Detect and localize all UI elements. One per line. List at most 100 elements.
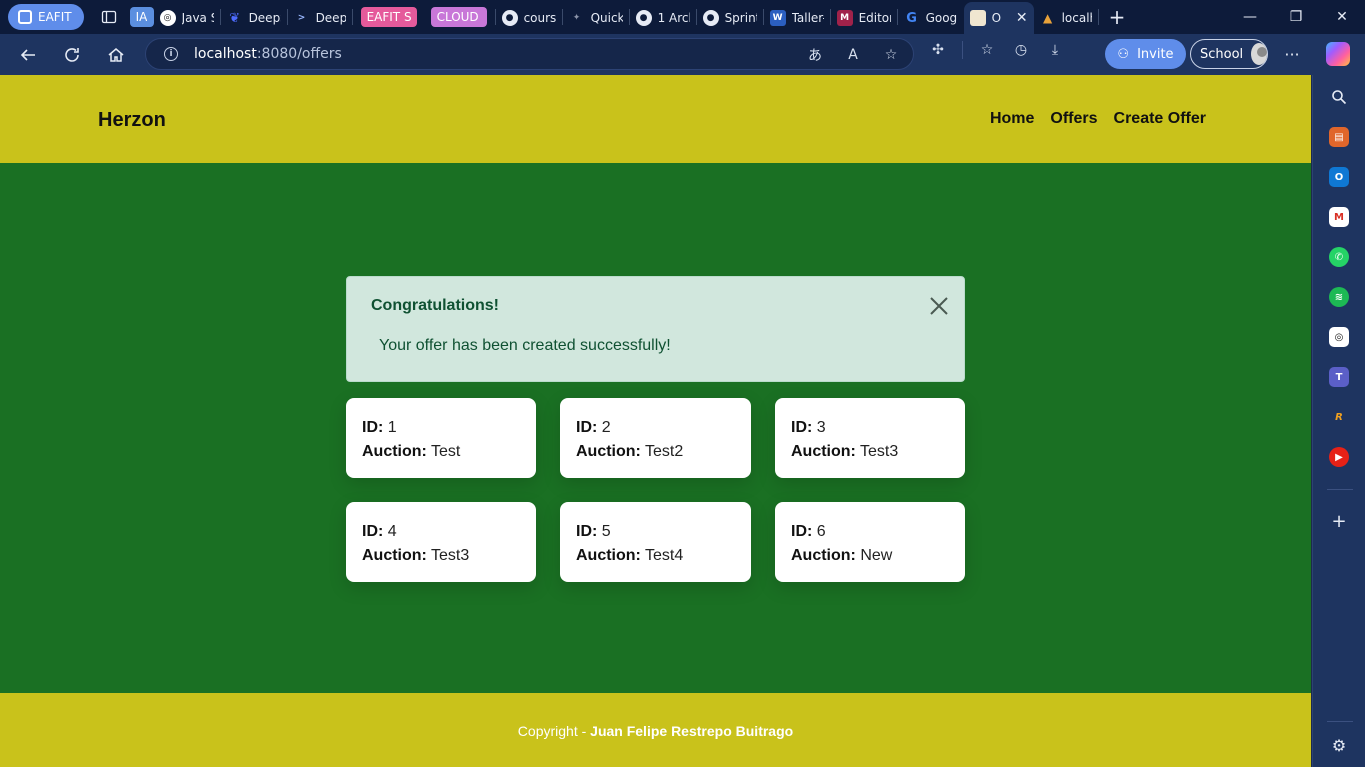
people-icon: ⚇ (1117, 46, 1130, 62)
translate-icon[interactable]: あ (805, 45, 825, 65)
tab-editor[interactable]: M Editor (831, 3, 897, 33)
history-icon[interactable]: ◷ (1011, 40, 1031, 60)
tab-sprint[interactable]: ● Sprint (697, 3, 763, 33)
school-profile-button[interactable]: School (1190, 39, 1268, 69)
teams-icon[interactable]: T (1329, 367, 1349, 387)
nav-create-offer-link[interactable]: Create Offer (1114, 110, 1206, 128)
offer-auction: Auction: New (791, 544, 949, 568)
offer-auction-value: Test4 (645, 547, 684, 564)
tab-java[interactable]: ◎ Java S (154, 3, 220, 33)
offer-id-value: 6 (816, 523, 826, 540)
deepseek-icon: ❦ (229, 10, 241, 26)
offer-id: ID: 3 (791, 416, 949, 440)
back-icon[interactable] (10, 37, 46, 73)
extensions-icon[interactable]: ✣ (928, 40, 948, 60)
reverso-icon[interactable]: R (1329, 407, 1349, 427)
tab-deepl[interactable]: > DeepL (288, 3, 352, 33)
offer-card[interactable]: ID: 2 Auction: Test2 (560, 398, 751, 478)
offer-card[interactable]: ID: 6 Auction: New (775, 502, 965, 582)
minimize-icon[interactable]: — (1227, 0, 1273, 34)
offer-card[interactable]: ID: 1 Auction: Test (346, 398, 536, 478)
address-bar[interactable]: i localhost:8080/offers あ A ☆ (145, 38, 914, 70)
refresh-icon[interactable] (54, 37, 90, 73)
tab-quick[interactable]: ✦ Quick (563, 3, 629, 33)
close-tab-icon[interactable]: ✕ (1016, 10, 1028, 26)
downloads-icon[interactable]: ⤓ (1045, 40, 1065, 60)
deepl-icon: > (297, 13, 306, 23)
tab-group-ia[interactable]: IA (129, 7, 154, 27)
restore-icon[interactable]: ❐ (1273, 0, 1319, 34)
offer-auction: Auction: Test (362, 440, 520, 464)
profile-label: EAFIT (38, 10, 72, 24)
tab-google[interactable]: G Googl (898, 3, 964, 33)
offer-card[interactable]: ID: 4 Auction: Test3 (346, 502, 536, 582)
offer-auction-label: Auction: (576, 443, 641, 460)
alert-message: Your offer has been created successfully… (379, 337, 671, 354)
window-controls: — ❐ ✕ (1227, 0, 1365, 34)
tab-group-cloud[interactable]: CLOUD (430, 7, 487, 27)
youtube-icon[interactable]: ▶ (1329, 447, 1349, 467)
offer-id-value: 1 (387, 419, 397, 436)
tab-group-eafit[interactable]: EAFIT SE (360, 7, 417, 27)
copilot-icon[interactable] (1326, 42, 1350, 66)
offer-id: ID: 5 (576, 520, 735, 544)
browser-tab-bar: EAFIT IA ◎ Java S ❦ DeepS > DeepL EAFIT … (0, 0, 1365, 34)
spotify-icon[interactable]: ≋ (1329, 287, 1349, 307)
site-header: Herzon Home Offers Create Offer (0, 75, 1311, 163)
offer-auction-value: New (860, 547, 893, 564)
more-options-icon[interactable]: ··· (1280, 42, 1304, 66)
tab-offers-active[interactable]: O ✕ (963, 2, 1034, 34)
offer-id-value: 4 (387, 523, 397, 540)
offer-id: ID: 1 (362, 416, 520, 440)
chatgpt-icon[interactable]: ◎ (1329, 327, 1349, 347)
offer-id-value: 3 (816, 419, 826, 436)
whatsapp-icon[interactable]: ✆ (1329, 247, 1349, 267)
offer-id-value: 2 (601, 419, 611, 436)
new-tab-icon[interactable]: + (1109, 5, 1126, 29)
close-icon[interactable] (928, 295, 950, 317)
nav-offers-link[interactable]: Offers (1050, 110, 1097, 128)
profile-workspace-button[interactable]: EAFIT (8, 4, 84, 30)
add-sidebar-app-icon[interactable]: + (1329, 511, 1349, 532)
tab-actions-icon[interactable] (98, 6, 120, 28)
nav-home-link[interactable]: Home (990, 110, 1034, 128)
favorite-star-icon[interactable]: ☆ (881, 45, 901, 65)
outlook-icon[interactable]: O (1329, 167, 1349, 187)
briefcase-icon[interactable]: ▤ (1329, 127, 1349, 147)
main-nav: Home Offers Create Offer (990, 110, 1206, 128)
invite-button[interactable]: ⚇ Invite (1105, 39, 1186, 69)
tab-deepseek[interactable]: ❦ DeepS (221, 3, 287, 33)
miro-icon: M (836, 10, 853, 26)
read-aloud-icon[interactable]: A (843, 45, 863, 65)
toolbar-buttons: ✣ ☆ ◷ ⤓ (928, 40, 1065, 60)
offer-auction-label: Auction: (362, 443, 427, 460)
offer-auction-value: Test3 (431, 547, 470, 564)
offer-auction: Auction: Test2 (576, 440, 735, 464)
offer-auction: Auction: Test3 (791, 440, 949, 464)
search-icon[interactable] (1329, 87, 1349, 107)
sidebar-settings-icon[interactable]: ⚙ (1329, 735, 1349, 755)
github-icon: ● (501, 10, 518, 26)
offer-id: ID: 6 (791, 520, 949, 544)
favorites-icon[interactable]: ☆ (977, 40, 997, 60)
gmail-icon[interactable]: M (1329, 207, 1349, 227)
offer-card[interactable]: ID: 3 Auction: Test3 (775, 398, 965, 478)
offer-id: ID: 2 (576, 416, 735, 440)
home-icon[interactable] (98, 37, 134, 73)
workspace-icon (18, 10, 32, 24)
site-info-icon[interactable]: i (164, 47, 178, 61)
tab-localhost[interactable]: ▲ localh (1034, 3, 1098, 33)
offer-auction-value: Test (431, 443, 461, 460)
close-window-icon[interactable]: ✕ (1319, 0, 1365, 34)
offer-id-value: 5 (601, 523, 611, 540)
offer-auction-label: Auction: (362, 547, 427, 564)
brand-logo[interactable]: Herzon (98, 109, 166, 132)
offer-card[interactable]: ID: 5 Auction: Test4 (560, 502, 751, 582)
github-icon: ● (702, 10, 719, 26)
avatar (1251, 43, 1267, 65)
tab-taller[interactable]: W Taller- (764, 3, 830, 33)
offer-auction-value: Test3 (860, 443, 899, 460)
offer-id-label: ID: (362, 523, 384, 540)
tab-1-arch[interactable]: ● 1 Arch (630, 3, 696, 33)
tab-course[interactable]: ● course (496, 3, 562, 33)
